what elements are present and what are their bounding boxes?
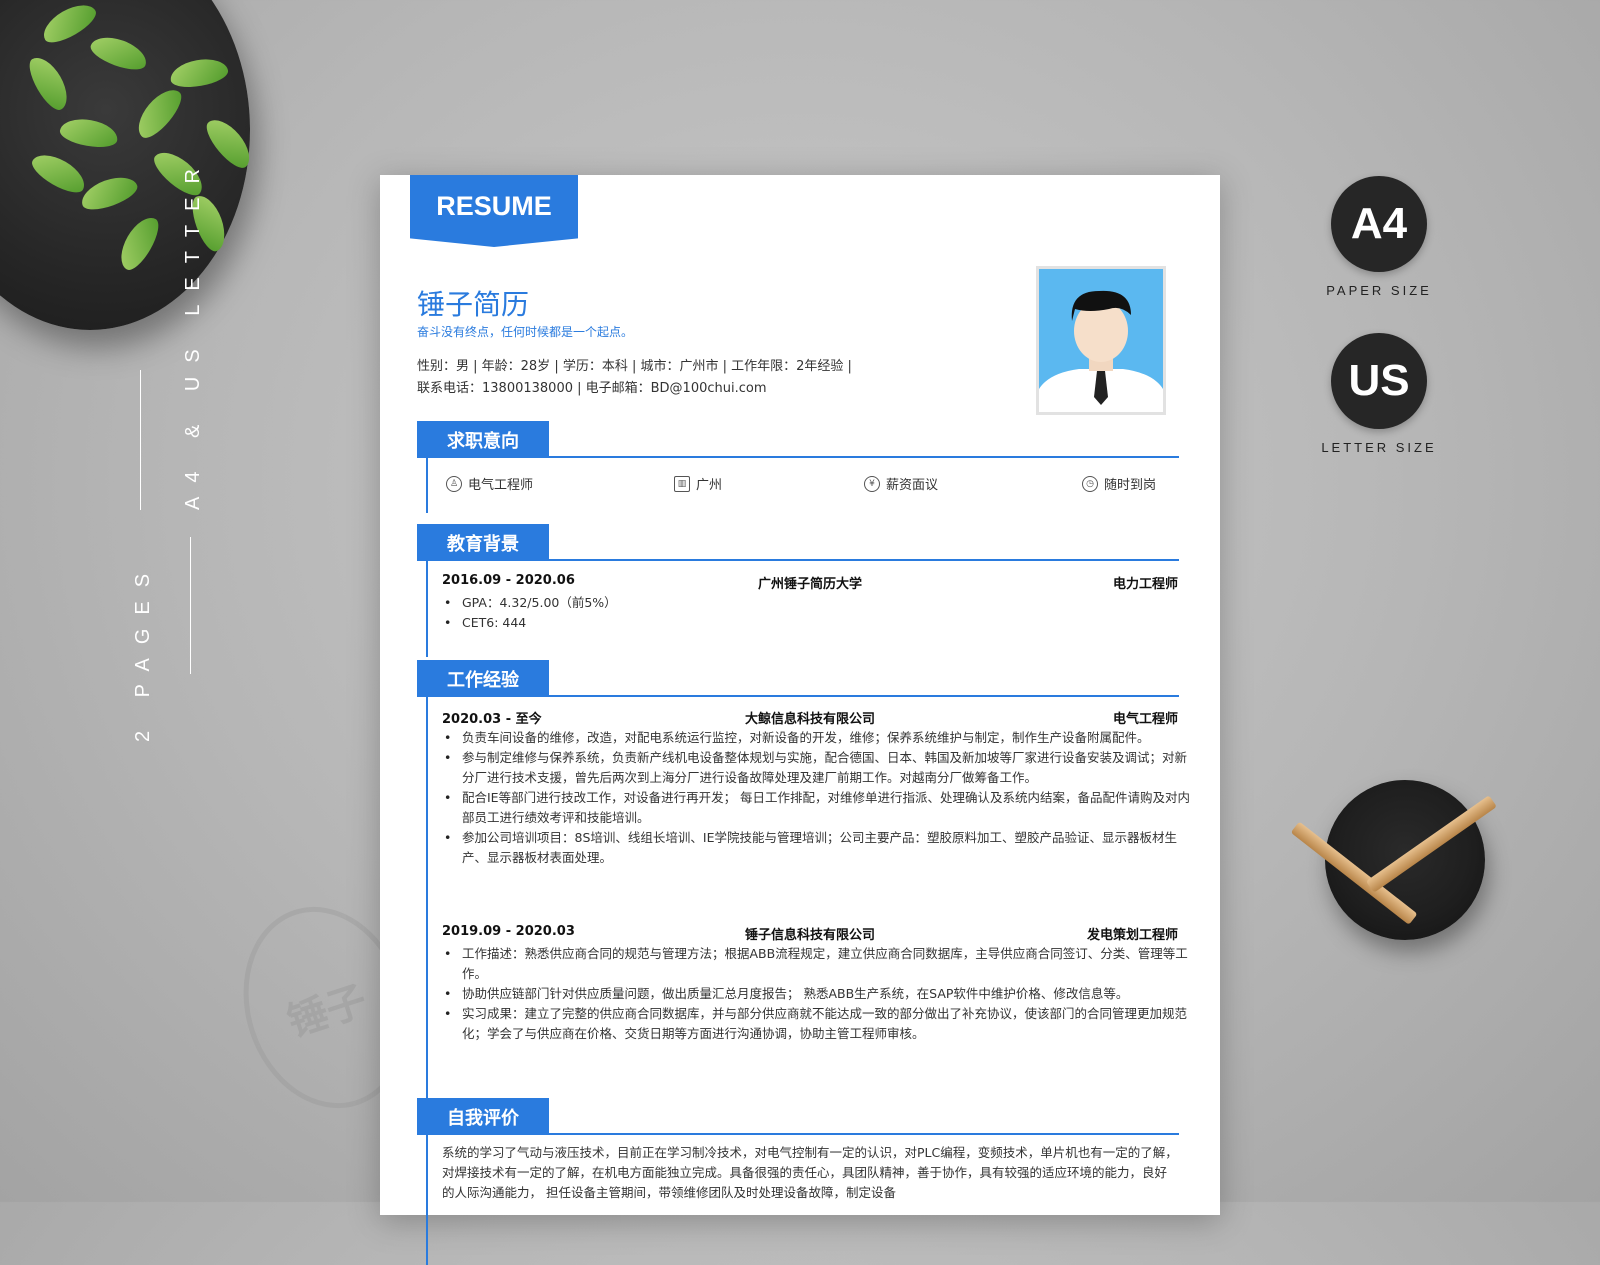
list-item: 参与制定维修与保养系统，负责新产线机电设备整体规划与实施，配合德国、日本、韩国及… (444, 748, 1198, 788)
side-divider-2 (190, 537, 191, 674)
side-label-pages: 2 PAGES (132, 559, 154, 742)
section-header-work: 工作经验 (417, 660, 1179, 697)
self-evaluation-text: 系统的学习了气动与液压技术，目前正在学习制冷技术，对电气控制有一定的认识，对PL… (442, 1145, 1178, 1200)
profile-photo (1036, 266, 1166, 415)
timeline-bar-intent (426, 458, 428, 513)
timeline-bar-work (426, 697, 428, 1265)
motto: 奋斗没有终点，任何时候都是一个起点。 (417, 325, 634, 339)
job-2-title: 发电策划工程师 (1086, 928, 1178, 943)
job-1-title: 电气工程师 (1112, 712, 1178, 727)
personal-info-line-1: 性别：男 | 年龄：28岁 | 学历：本科 | 城市：广州市 | 工作年限：2年… (417, 359, 852, 374)
section-title-work: 工作经验 (417, 660, 549, 697)
intent-salary-text: 薪资面议 (886, 478, 939, 493)
a4-badge: A4 (1331, 176, 1427, 272)
us-caption: LETTER SIZE (1321, 440, 1437, 455)
job-1-duties: 负责车间设备的维修，改造，对配电系统运行监控，对新设备的开发，维修；保养系统维护… (442, 728, 1198, 868)
intent-position: ♙ 电气工程师 (446, 474, 533, 493)
section-title-intent: 求职意向 (417, 421, 549, 458)
intent-availability-text: 随时到岗 (1104, 478, 1157, 493)
list-item: 负责车间设备的维修，改造，对配电系统运行监控，对新设备的开发，维修；保养系统维护… (444, 728, 1198, 748)
resume-tag: RESUME (410, 175, 578, 247)
intent-salary: ¥ 薪资面议 (864, 474, 938, 493)
list-item: 参加公司培训项目：8S培训、线组长培训、IE学院技能与管理培训；公司主要产品：塑… (444, 828, 1198, 868)
building-icon: ▥ (674, 475, 690, 492)
education-school: 广州锤子简历大学 (757, 577, 862, 592)
us-badge: US (1331, 333, 1427, 429)
tie-icon: ♙ (446, 475, 462, 492)
list-item: 工作描述：熟悉供应商合同的规范与管理方法；根据ABB流程规定，建立供应商合同数据… (444, 944, 1198, 984)
section-title-self: 自我评价 (417, 1098, 549, 1135)
list-item: 实习成果：建立了完整的供应商合同数据库，并与部分供应商就不能达成一致的部分做出了… (444, 1004, 1198, 1044)
intent-city-text: 广州 (696, 478, 723, 493)
intent-city: ▥ 广州 (674, 474, 722, 493)
list-item: GPA：4.32/5.00（前5%） (444, 593, 1198, 613)
side-label-letters: A4 & US LETTER (182, 155, 204, 510)
section-header-education: 教育背景 (417, 524, 1179, 561)
job-1-header: 2020.03 - 至今 大鲸信息科技有限公司 电气工程师 (442, 708, 1178, 727)
section-title-education: 教育背景 (417, 524, 549, 561)
a4-caption: PAPER SIZE (1326, 283, 1432, 298)
personal-info-line-2: 联系电话：13800138000 | 电子邮箱：BD@100chui.com (417, 381, 767, 396)
list-item: 协助供应链部门针对供应质量问题，做出质量汇总月度报告； 熟悉ABB生产系统，在S… (444, 984, 1198, 1004)
list-item: 配合IE等部门进行技改工作，对设备进行再开发； 每日工作排配，对维修单进行指派、… (444, 788, 1198, 828)
clock-icon: ◷ (1082, 475, 1098, 492)
education-major: 电力工程师 (1112, 577, 1178, 592)
job-2-duties: 工作描述：熟悉供应商合同的规范与管理方法；根据ABB流程规定，建立供应商合同数据… (442, 944, 1198, 1044)
job-2-company: 锤子信息科技有限公司 (744, 928, 875, 943)
list-item: CET6: 444 (444, 613, 1198, 633)
education-details: GPA：4.32/5.00（前5%） CET6: 444 (442, 593, 1198, 633)
job-2-header: 2019.09 - 2020.03 锤子信息科技有限公司 发电策划工程师 (442, 924, 1178, 943)
plant-pot (0, 0, 258, 330)
section-header-self: 自我评价 (417, 1098, 1179, 1135)
timeline-bar-education (426, 561, 428, 657)
resume-page: RESUME 锤子简历 奋斗没有终点，任何时候都是一个起点。 性别：男 | 年龄… (380, 175, 1220, 1265)
education-header: 2016.09 - 2020.06 广州锤子简历大学 电力工程师 (442, 573, 1178, 592)
job-1-company: 大鲸信息科技有限公司 (744, 712, 875, 727)
intent-availability: ◷ 随时到岗 (1082, 474, 1156, 493)
intent-position-text: 电气工程师 (468, 478, 534, 493)
yuan-icon: ¥ (864, 475, 880, 492)
candidate-name: 锤子简历 (417, 288, 530, 321)
side-divider-1 (140, 370, 141, 510)
section-header-intent: 求职意向 (417, 421, 1179, 458)
